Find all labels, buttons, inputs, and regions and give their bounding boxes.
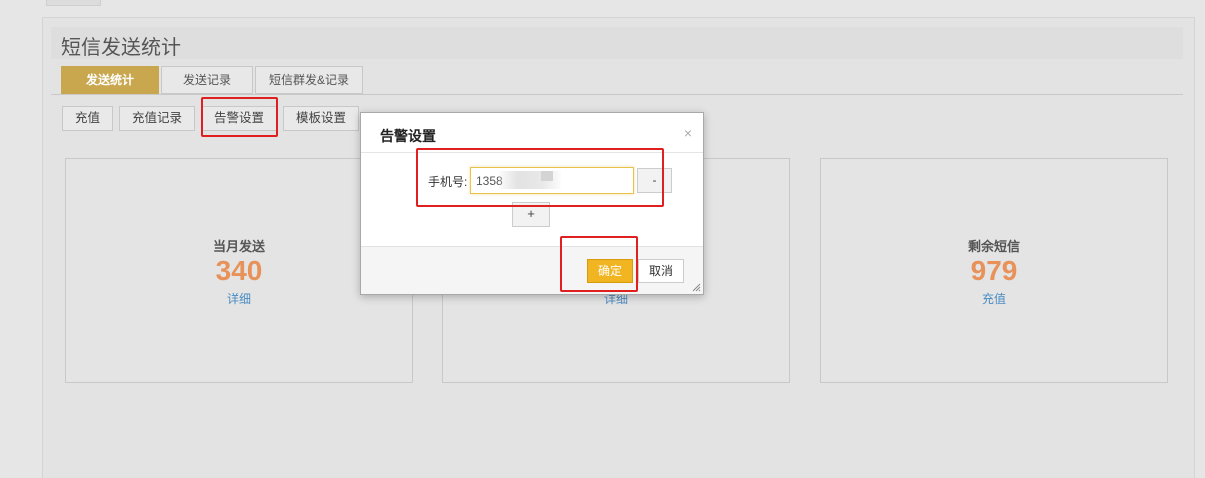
- tabs-divider: [51, 94, 1183, 95]
- alarm-settings-button[interactable]: 告警设置: [201, 106, 278, 131]
- recharge-records-button[interactable]: 充值记录: [119, 106, 196, 131]
- cancel-button[interactable]: 取消: [638, 259, 684, 283]
- modal-header: 告警设置 ×: [361, 113, 703, 153]
- title-bar: 短信发送统计: [51, 27, 1183, 59]
- redaction-blur: [541, 171, 553, 181]
- remove-phone-button[interactable]: -: [637, 168, 672, 193]
- stat-recharge-link[interactable]: 充值: [821, 290, 1167, 307]
- page-title: 短信发送统计: [61, 35, 181, 59]
- phone-label: 手机号:: [428, 175, 468, 189]
- stat-card-remaining-sms: 剩余短信 979 充值: [820, 158, 1168, 383]
- sub-button-bar: 充值 充值记录 告警设置 模板设置: [62, 106, 365, 131]
- close-icon[interactable]: ×: [684, 125, 692, 141]
- tab-bulk-send-records[interactable]: 短信群发&记录: [255, 66, 363, 94]
- modal-footer: 确定 取消: [361, 246, 703, 294]
- add-phone-button[interactable]: +: [512, 202, 550, 227]
- confirm-button[interactable]: 确定: [587, 259, 633, 283]
- top-tab-stub[interactable]: [46, 0, 101, 6]
- recharge-button[interactable]: 充值: [62, 106, 114, 131]
- tab-send-stats[interactable]: 发送统计: [61, 66, 159, 94]
- tab-send-records[interactable]: 发送记录: [161, 66, 253, 94]
- tab-bar: 发送统计 发送记录 短信群发&记录: [61, 66, 365, 94]
- alarm-settings-modal: 告警设置 × 手机号: - + 确定 取消: [360, 112, 704, 295]
- resize-handle-icon[interactable]: [692, 283, 701, 292]
- stat-label: 剩余短信: [967, 239, 1020, 254]
- modal-title: 告警设置: [380, 128, 436, 144]
- template-settings-button[interactable]: 模板设置: [283, 106, 360, 131]
- stat-value: 979: [970, 255, 1018, 286]
